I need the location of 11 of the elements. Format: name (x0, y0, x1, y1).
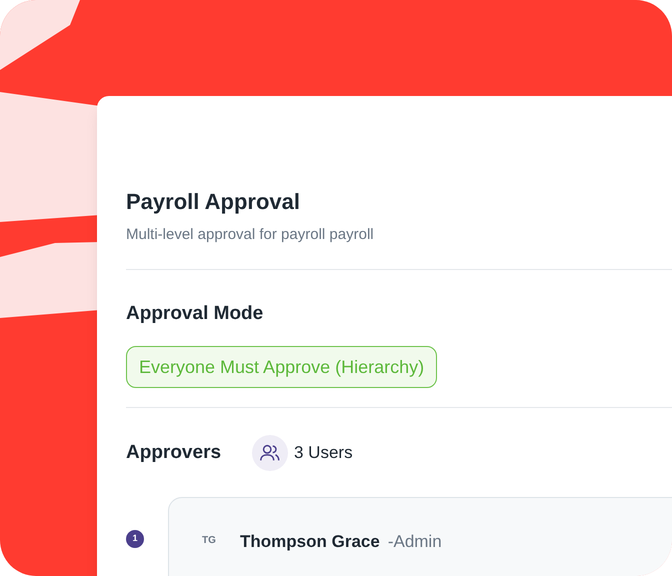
approver-role: -Admin (388, 531, 442, 553)
approver-name: Thompson Grace (240, 531, 380, 553)
step-number: 1 (126, 530, 144, 548)
users-count: 3 Users (294, 442, 353, 464)
approval-mode-badge: Everyone Must Approve (Hierarchy) (126, 346, 438, 388)
initials: TG (202, 534, 217, 548)
section-heading: Approvers (126, 440, 222, 465)
section-heading: Approval Mode (126, 302, 264, 326)
card-title: Payroll Approval (126, 188, 302, 216)
card-description: Multi-level approval for payroll payroll (126, 225, 375, 245)
users-icon (252, 435, 288, 471)
